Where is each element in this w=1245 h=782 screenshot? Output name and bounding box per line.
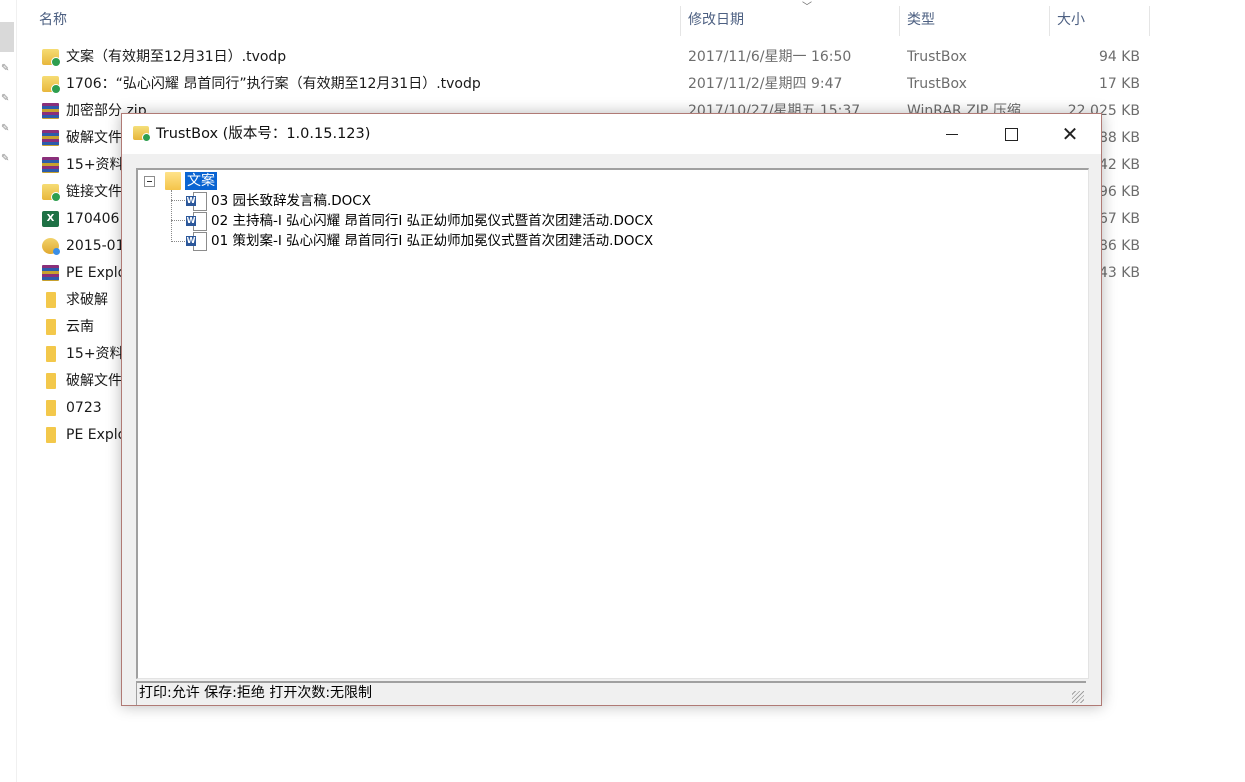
tree-connector <box>171 220 185 221</box>
column-divider[interactable] <box>680 6 681 36</box>
minimize-icon <box>946 134 958 135</box>
exe-file-icon <box>42 238 60 255</box>
permissions-status: 打印:允许 保存:拒绝 打开次数:无限制 <box>139 685 373 701</box>
tree-item-label: 02 主持稿-I 弘心闪耀 昂首同行I 弘正幼师加冕仪式暨首次团建活动.DOCX <box>211 213 654 229</box>
file-name: 文案（有效期至12月31日）.tvodp <box>66 49 287 65</box>
tvodp-file-icon <box>42 49 61 67</box>
folder-icon <box>46 319 56 335</box>
maximize-icon <box>1004 128 1018 141</box>
tree-connector <box>171 200 185 201</box>
zip-archive-icon <box>42 265 59 281</box>
window-client-area: 文案 W 03 园长致辞发言稿.DOCX W 02 主持稿-I 弘心闪耀 昂首同… <box>122 154 1101 705</box>
folder-icon <box>46 400 56 416</box>
file-modified-date: 2017/11/2/星期四 9:47 <box>688 76 843 92</box>
collapse-toggle-icon[interactable] <box>144 176 155 187</box>
folder-icon <box>165 172 181 190</box>
file-type: TrustBox <box>907 76 967 92</box>
column-header-date[interactable]: 修改日期 <box>688 0 744 40</box>
tvodp-file-icon <box>42 184 61 202</box>
word-document-icon: W <box>186 232 207 251</box>
column-divider[interactable] <box>899 6 900 36</box>
tree-item-label: 01 策划案-I 弘心闪耀 昂首同行I 弘正幼师加冕仪式暨首次团建活动.DOCX <box>211 233 654 249</box>
close-icon: ✕ <box>1061 122 1079 146</box>
file-modified-date: 2017/11/6/星期一 16:50 <box>688 49 852 65</box>
file-size: 94 KB <box>1098 49 1140 65</box>
file-list-header: 名称 修改日期 ﹀ 类型 大小 <box>16 0 1245 40</box>
file-row[interactable]: 1706：“弘心闪耀 昂首同行”执行案（有效期至12月31日）.tvodp 201… <box>16 71 1150 98</box>
file-name: 1706：“弘心闪耀 昂首同行”执行案（有效期至12月31日）.tvodp <box>66 76 481 92</box>
sort-descending-icon: ﹀ <box>802 2 812 13</box>
tree-item-label: 03 园长致辞发言稿.DOCX <box>211 193 371 209</box>
word-document-icon: W <box>186 212 207 231</box>
column-divider[interactable] <box>1049 6 1050 36</box>
zip-archive-icon <box>42 157 59 173</box>
column-divider[interactable] <box>1149 6 1150 36</box>
file-row[interactable]: 文案（有效期至12月31日）.tvodp 2017/11/6/星期一 16:50 T… <box>16 44 1150 71</box>
column-header-size[interactable]: 大小 <box>1057 0 1085 40</box>
file-tree[interactable]: 文案 W 03 园长致辞发言稿.DOCX W 02 主持稿-I 弘心闪耀 昂首同… <box>136 168 1089 679</box>
folder-icon <box>46 427 56 443</box>
column-header-name[interactable]: 名称 <box>39 0 67 40</box>
zip-archive-icon <box>42 103 59 119</box>
folder-icon <box>46 292 56 308</box>
tree-root-folder[interactable]: 文案 <box>185 172 217 190</box>
tree-connector <box>171 190 172 242</box>
tvodp-file-icon <box>42 76 61 94</box>
window-title: TrustBox (版本号：1.0.15.123) <box>156 126 371 142</box>
file-type: TrustBox <box>907 49 967 65</box>
zip-archive-icon <box>42 130 59 146</box>
folder-icon <box>46 373 56 389</box>
word-document-icon: W <box>186 192 207 211</box>
file-size: 17 KB <box>1098 76 1140 92</box>
navigation-pane-edge: ✎ ✎ ✎ ✎ <box>0 0 17 782</box>
status-bar: 打印:允许 保存:拒绝 打开次数:无限制 <box>136 681 1086 705</box>
minimize-button[interactable] <box>923 114 981 154</box>
tree-connector <box>171 241 185 242</box>
close-button[interactable]: ✕ <box>1041 114 1099 154</box>
trustbox-window: TrustBox (版本号：1.0.15.123) ✕ 文案 W 03 园长致辞… <box>121 113 1102 706</box>
title-bar[interactable]: TrustBox (版本号：1.0.15.123) ✕ <box>122 114 1101 154</box>
nav-selected-item[interactable] <box>0 22 14 52</box>
pin-icon: ✎ <box>1 63 10 74</box>
folder-icon <box>46 346 56 362</box>
excel-file-icon: X <box>42 211 59 227</box>
pin-icon: ✎ <box>1 123 10 134</box>
pin-icon: ✎ <box>1 93 10 104</box>
pin-icon: ✎ <box>1 153 10 164</box>
maximize-button[interactable] <box>982 114 1040 154</box>
resize-grip-icon[interactable] <box>1072 691 1084 703</box>
trustbox-app-icon <box>133 126 151 142</box>
column-header-type[interactable]: 类型 <box>907 0 935 40</box>
